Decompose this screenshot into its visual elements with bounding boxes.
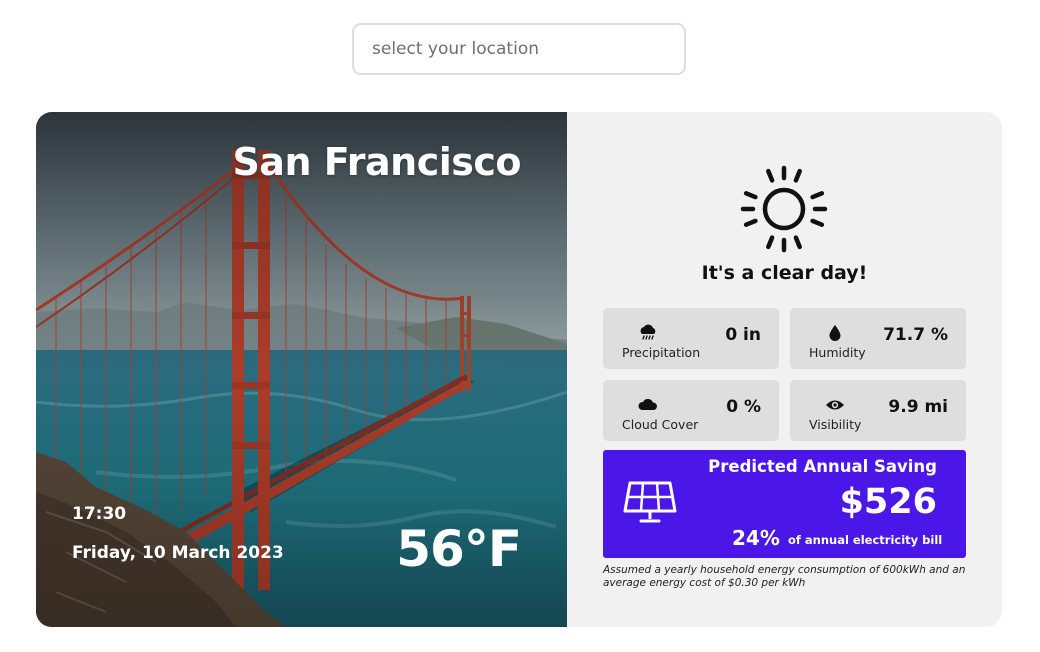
precipitation-value: 0 in — [725, 325, 761, 345]
humidity-tile: Humidity 71.7 % — [790, 308, 966, 369]
visibility-value: 9.9 mi — [888, 397, 948, 417]
cloud-cover-tile: Cloud Cover 0 % — [603, 380, 779, 441]
saving-percent: 24% — [732, 526, 780, 550]
temperature: 56°F — [396, 520, 522, 578]
humidity-label: Humidity — [809, 345, 866, 360]
sun-icon — [740, 165, 828, 253]
saving-footnote: Assumed a yearly household energy consum… — [603, 564, 966, 589]
local-time: 17:30 — [72, 504, 127, 524]
weather-info-panel: It's a clear day! Precipitation 0 in Hum… — [567, 112, 1002, 627]
droplet-icon — [829, 325, 841, 341]
saving-amount: $526 — [839, 482, 937, 522]
visibility-tile: Visibility 9.9 mi — [790, 380, 966, 441]
city-name: San Francisco — [232, 140, 521, 184]
weather-summary: It's a clear day! — [701, 262, 868, 284]
weather-app: San Francisco 17:30 Friday, 10 March 202… — [0, 0, 1040, 652]
precipitation-label: Precipitation — [622, 345, 701, 360]
eye-icon — [826, 400, 844, 410]
saving-percent-description: of annual electricity bill — [788, 533, 943, 547]
precipitation-tile: Precipitation 0 in — [603, 308, 779, 369]
visibility-label: Visibility — [809, 417, 862, 432]
rain-cloud-icon — [640, 324, 656, 340]
location-search-input[interactable] — [352, 23, 686, 75]
weather-card: San Francisco 17:30 Friday, 10 March 202… — [36, 112, 1002, 627]
annual-saving-card: Predicted Annual Saving $526 24% of annu… — [603, 450, 966, 558]
solar-panel-icon — [623, 481, 677, 523]
location-photo-panel: San Francisco 17:30 Friday, 10 March 202… — [36, 112, 567, 627]
cloud-icon — [638, 399, 657, 410]
cloud-cover-value: 0 % — [726, 397, 761, 417]
humidity-value: 71.7 % — [883, 325, 948, 345]
local-date: Friday, 10 March 2023 — [72, 543, 284, 563]
cloud-cover-label: Cloud Cover — [622, 417, 699, 432]
saving-title: Predicted Annual Saving — [708, 457, 937, 476]
